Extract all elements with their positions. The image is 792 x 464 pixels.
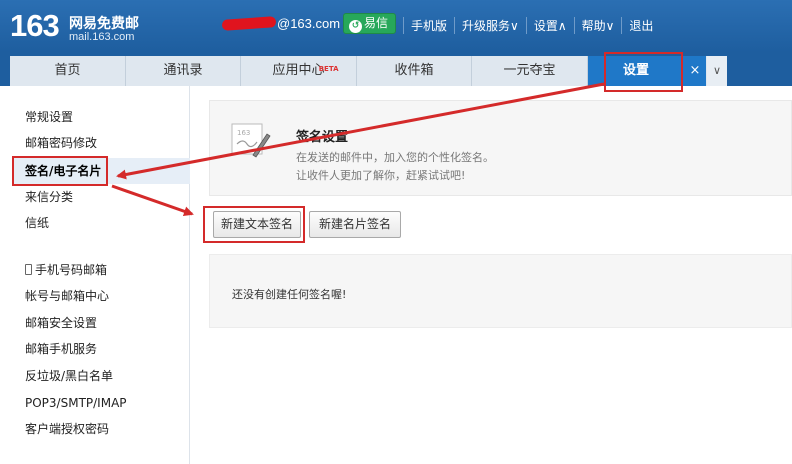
phone-icon bbox=[25, 264, 32, 275]
sidebar-item-antispam[interactable]: 反垃圾/黑白名单 bbox=[12, 363, 190, 389]
sidebar-item-pop3[interactable]: POP3/SMTP/IMAP bbox=[12, 390, 190, 416]
tab-contacts[interactable]: 通讯录 bbox=[126, 56, 241, 86]
tab-one-yuan[interactable]: 一元夺宝 bbox=[472, 56, 588, 86]
empty-message: 还没有创建任何签名喔! bbox=[232, 288, 347, 301]
settings-link[interactable]: 设置∧ bbox=[525, 17, 574, 34]
tab-app-center[interactable]: 应用中心 BETA bbox=[241, 56, 357, 86]
redacted-username bbox=[221, 16, 277, 31]
sidebar-item-security[interactable]: 邮箱安全设置 bbox=[12, 310, 190, 336]
sidebar-item-mail-filter[interactable]: 来信分类 bbox=[12, 184, 190, 210]
yixin-icon: ↺ bbox=[349, 20, 362, 33]
signature-info-card: 163 签名设置 在发送的邮件中，加入您的个性化签名。 让收件人更加了解你，赶紧… bbox=[209, 100, 792, 196]
account-suffix: @163.com bbox=[277, 16, 341, 31]
signature-title: 签名设置 bbox=[296, 130, 349, 145]
signature-description-1: 在发送的邮件中，加入您的个性化签名。 bbox=[296, 151, 494, 164]
chevron-down-icon[interactable]: ∨ bbox=[707, 56, 727, 86]
logout-link[interactable]: 退出 bbox=[621, 17, 660, 34]
logo-name[interactable]: 网易免费邮 bbox=[69, 13, 139, 33]
help-link[interactable]: 帮助∨ bbox=[573, 17, 622, 34]
top-links: 手机版 升级服务∨ 设置∧ 帮助∨ 退出 bbox=[403, 17, 660, 34]
yixin-label: 易信 bbox=[364, 16, 389, 30]
logo-domain: mail.163.com bbox=[69, 31, 135, 43]
mobile-link[interactable]: 手机版 bbox=[403, 17, 454, 34]
tab-app-center-label: 应用中心 BETA bbox=[272, 63, 338, 78]
upgrade-link[interactable]: 升级服务∨ bbox=[454, 17, 526, 34]
logo-number[interactable]: 163 bbox=[10, 8, 60, 44]
tab-settings[interactable]: 设置 bbox=[588, 56, 684, 86]
tab-app-center-text: 应用中心 bbox=[272, 63, 325, 78]
settings-sidebar: 常规设置 邮箱密码修改 签名/电子名片 来信分类 信纸 手机号码邮箱 帐号与邮箱… bbox=[0, 86, 190, 464]
signature-list-empty: 还没有创建任何签名喔! bbox=[209, 254, 792, 328]
sidebar-item-client-auth[interactable]: 客户端授权密码 bbox=[12, 416, 190, 442]
top-header: 163 网易免费邮 mail.163.com @163.com∨ ↺易信 手机版… bbox=[0, 0, 792, 52]
tab-home[interactable]: 首页 bbox=[10, 56, 126, 86]
yixin-button[interactable]: ↺ 易信 bbox=[343, 13, 397, 34]
signature-pen-icon: 163 bbox=[231, 123, 271, 158]
sidebar-item-general[interactable]: 常规设置 bbox=[12, 104, 190, 130]
account-menu[interactable]: @163.com∨ bbox=[221, 16, 353, 31]
sidebar-item-account-center[interactable]: 帐号与邮箱中心 bbox=[12, 283, 190, 309]
sidebar-item-password[interactable]: 邮箱密码修改 bbox=[12, 130, 190, 156]
new-text-signature-button[interactable]: 新建文本签名 bbox=[213, 211, 301, 238]
signature-description-2: 让收件人更加了解你，赶紧试试吧! bbox=[296, 169, 466, 182]
signature-icon-text: 163 bbox=[237, 129, 250, 137]
beta-badge: BETA bbox=[318, 65, 339, 73]
new-card-signature-button[interactable]: 新建名片签名 bbox=[309, 211, 401, 238]
tab-inbox[interactable]: 收件箱 bbox=[357, 56, 472, 86]
sidebar-item-signature[interactable]: 签名/电子名片 bbox=[12, 158, 190, 184]
sidebar-item-stationery[interactable]: 信纸 bbox=[12, 210, 190, 236]
sidebar-item-phone-mail-label: 手机号码邮箱 bbox=[35, 263, 108, 277]
sidebar-item-phone-mail[interactable]: 手机号码邮箱 bbox=[12, 257, 190, 283]
sidebar-item-mobile-service[interactable]: 邮箱手机服务 bbox=[12, 336, 190, 362]
close-icon[interactable]: × bbox=[684, 56, 706, 86]
tab-bar: 首页 通讯录 应用中心 BETA 收件箱 一元夺宝 设置 × ∨ bbox=[0, 52, 792, 86]
tab-strip: 首页 通讯录 应用中心 BETA 收件箱 一元夺宝 设置 × ∨ bbox=[10, 56, 727, 86]
